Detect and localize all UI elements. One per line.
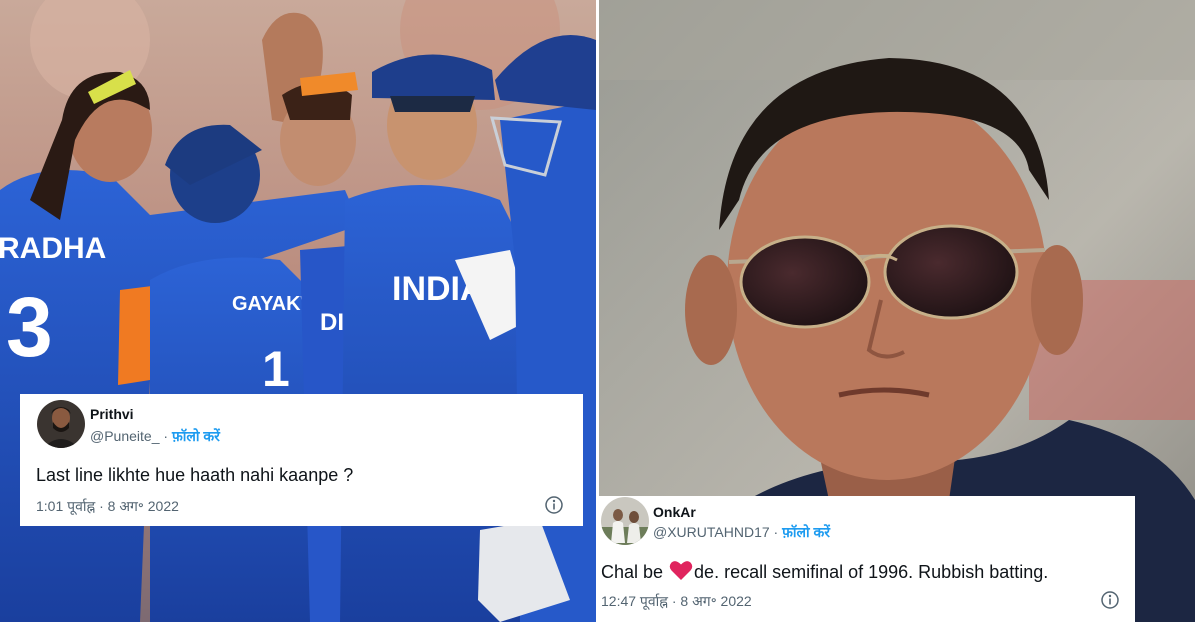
user-handle-line: @XURUTAHND17 · फ़ॉलो करें xyxy=(653,523,830,542)
follow-button[interactable]: फ़ॉलो करें xyxy=(782,524,830,540)
tweet-timestamp[interactable]: 1:01 पूर्वाह्न · 8 अग॰ 2022 xyxy=(36,497,179,516)
team-photo-illustration: RADHA 3 GAYAKWAD 1 DIA INDIA xyxy=(0,0,596,622)
tweet-card[interactable]: OnkAr @XURUTAHND17 · फ़ॉलो करें Chal be … xyxy=(598,496,1135,622)
info-icon[interactable] xyxy=(1101,591,1119,609)
user-handle[interactable]: @XURUTAHND17 xyxy=(653,524,770,540)
tweet-card[interactable]: Prithvi @Puneite_ · फ़ॉलो करें Last line… xyxy=(20,394,583,526)
tweet-text-part-2: de. recall semifinal of 1996. Rubbish ba… xyxy=(694,562,1049,582)
jersey-number-1: 1 xyxy=(262,341,290,397)
info-icon[interactable] xyxy=(545,496,563,514)
user-handle[interactable]: @Puneite_ xyxy=(90,428,159,444)
separator-dot: · xyxy=(773,524,779,540)
avatar-image xyxy=(601,497,649,545)
user-display-name[interactable]: Prithvi xyxy=(90,406,134,422)
avatar-image xyxy=(37,400,85,448)
user-display-name[interactable]: OnkAr xyxy=(653,504,696,520)
jersey-name-radha: RADHA xyxy=(0,232,106,265)
heart-icon xyxy=(669,560,693,586)
tweet-text-part-1: Chal be xyxy=(601,562,669,582)
avatar[interactable] xyxy=(601,497,649,545)
team-photo: RADHA 3 GAYAKWAD 1 DIA INDIA xyxy=(0,0,596,622)
jersey-number-3: 3 xyxy=(6,280,53,374)
tweet-timestamp[interactable]: 12:47 पूर्वाह्न · 8 अग॰ 2022 xyxy=(601,592,752,611)
tweet-text: Chal be de. recall semifinal of 1996. Ru… xyxy=(601,560,1048,586)
follow-button[interactable]: फ़ॉलो करें xyxy=(172,428,220,444)
avatar[interactable] xyxy=(37,400,85,448)
tweet-text: Last line likhte hue haath nahi kaanpe ? xyxy=(36,465,354,485)
user-handle-line: @Puneite_ · फ़ॉलो करें xyxy=(90,427,220,446)
separator-dot: · xyxy=(163,428,169,444)
